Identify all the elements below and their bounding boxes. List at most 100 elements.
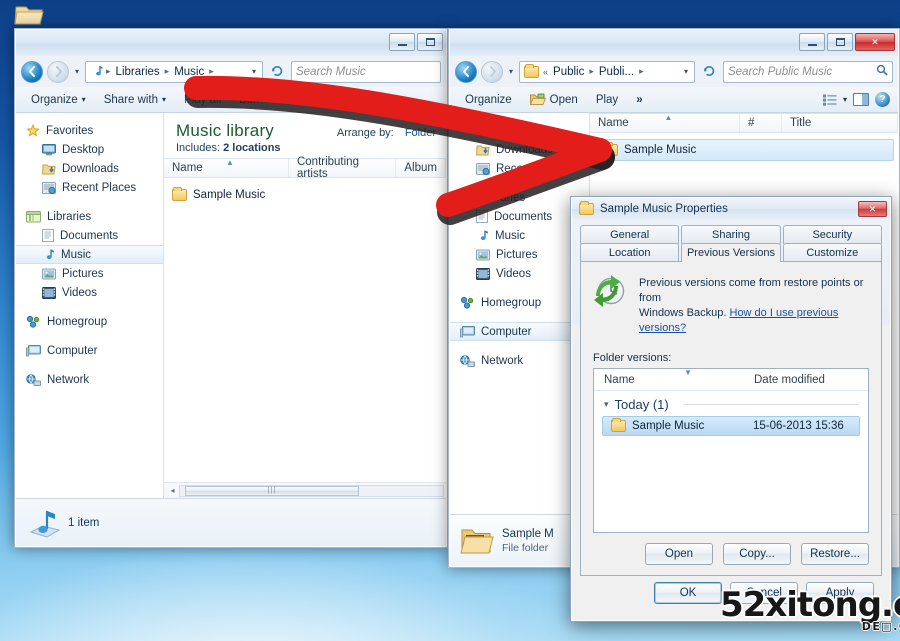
fv-column-date[interactable]: Date modified [744,369,868,390]
close-button-right[interactable]: ✕ [855,33,895,51]
folder-versions-list[interactable]: ▼ Name Date modified ▾ Today (1) Sample [593,368,869,533]
organize-menu-left[interactable]: Organize ▾ [22,91,95,109]
folder-versions-columns[interactable]: ▼ Name Date modified [594,369,868,391]
address-bar-row-right[interactable]: ▾ « Public ▸ Publi... ▸ ▾ Search Public … [450,56,898,87]
desktop-folder-icon[interactable] [14,2,44,28]
nav-item-recent-places-left[interactable]: Recent Places [16,178,163,197]
nav-item-downloads-right[interactable]: Downloads [450,140,589,159]
views-dropdown-icon[interactable]: ▾ [843,95,847,104]
views-icon[interactable] [822,94,837,106]
toolbar-right[interactable]: Organize Open Play » ▾ ? [450,87,898,113]
scrollbar-track[interactable]: ||| [179,484,444,497]
nav-item-pictures-left[interactable]: Pictures [16,264,163,283]
preview-pane-icon[interactable] [853,93,869,106]
column-headers-left[interactable]: ▲ Name Contributing artists Album [164,156,446,180]
breadcrumb-item-public[interactable]: Public [550,65,587,79]
breadcrumb-dropdown-left[interactable]: ▾ [252,67,260,76]
back-button-right[interactable] [455,60,477,83]
nav-item-music-right[interactable]: Music [450,226,589,245]
column-header-album[interactable]: Album [396,159,446,177]
fv-column-name[interactable]: ▼ Name [594,369,744,390]
tab-general[interactable]: General [580,225,680,244]
table-row[interactable]: Sample Music [164,184,446,206]
breadcrumb-item-music[interactable]: Music [171,65,207,79]
scrollbar-thumb[interactable]: ||| [185,485,359,496]
breadcrumb-dropdown-right[interactable]: ▾ [684,67,692,76]
play-button-right[interactable]: Play [587,91,627,109]
arrange-by-control[interactable]: Arrange by: Folder [337,127,436,139]
folder-versions-group-today[interactable]: ▾ Today (1) [594,391,868,414]
nav-item-documents-left[interactable]: Documents [16,226,163,245]
breadcrumb-item-public-music[interactable]: Publi... [596,65,637,79]
nav-item-homegroup-right[interactable]: Homegroup [450,293,589,312]
burn-button-left[interactable]: Burn [230,91,272,109]
dialog-tabs[interactable]: General Sharing Security Location Previo… [580,225,882,262]
breadcrumb-left[interactable]: ▸ Libraries ▸ Music ▸ ▾ [85,60,263,83]
maximize-button-right[interactable] [827,33,853,51]
tab-sharing[interactable]: Sharing [681,225,781,244]
file-list-area-left[interactable]: Music library Includes: 2 locations Arra… [164,113,446,498]
open-button-right[interactable]: Open [521,90,587,109]
copy-button[interactable]: Copy... [723,543,791,565]
version-action-buttons[interactable]: Open Copy... Restore... [593,543,869,565]
title-bar-right-window[interactable]: ✕ [450,30,898,56]
table-row[interactable]: Sample Music 15-06-2013 15:36 [602,416,860,436]
nav-item-pictures-right[interactable]: Pictures [450,245,589,264]
navigation-pane-left[interactable]: Favorites Desktop Downloads Recent Place… [16,113,164,498]
tab-location[interactable]: Location [580,243,680,262]
file-rows-left[interactable]: Sample Music [164,178,446,482]
navigation-pane-right[interactable]: Desktop Downloads Recent Places Librarie [450,113,590,514]
forward-button-right[interactable] [481,60,503,83]
forward-button-left[interactable] [47,60,69,83]
nav-item-videos-right[interactable]: Videos [450,264,589,283]
nav-item-desktop-left[interactable]: Desktop [16,140,163,159]
close-icon[interactable]: ✕ [858,201,887,217]
search-input-left[interactable]: Search Music [291,60,441,83]
back-button-left[interactable] [21,60,43,83]
library-includes-value[interactable]: 2 locations [223,142,280,154]
history-dropdown-left[interactable]: ▾ [73,67,81,76]
nav-item-computer-right[interactable]: Computer [450,322,589,341]
column-header-name[interactable]: ▲ Name [164,158,289,177]
column-header-artists[interactable]: Contributing artists [289,156,397,180]
play-all-button-left[interactable]: Play all [175,91,230,109]
column-header-name[interactable]: ▲ Name [590,113,740,132]
restore-button[interactable]: Restore... [801,543,869,565]
nav-item-homegroup-left[interactable]: Homegroup [16,312,163,331]
tab-customize[interactable]: Customize [782,243,882,262]
arrange-by-value[interactable]: Folder [405,127,436,139]
nav-item-network-right[interactable]: Network [450,351,589,370]
help-icon[interactable]: ? [875,92,890,107]
nav-item-videos-left[interactable]: Videos [16,283,163,302]
explorer-window-music-library[interactable]: ▾ ▸ Libraries ▸ Music ▸ ▾ Search Music O… [14,28,448,548]
nav-item-downloads-left[interactable]: Downloads [16,159,163,178]
window-controls-left[interactable] [389,33,443,51]
column-headers-right[interactable]: ▲ Name # Title [590,113,898,133]
horizontal-scrollbar-left[interactable]: ◂ ||| [164,482,446,498]
nav-group-libraries-left[interactable]: Libraries [16,207,163,226]
open-button[interactable]: Open [645,543,713,565]
nav-item-documents-right[interactable]: Documents [450,207,589,226]
nav-item-recent-places-right[interactable]: Recent Places [450,159,589,178]
nav-item-network-left[interactable]: Network [16,370,163,389]
dialog-tab-row-2[interactable]: Location Previous Versions Customize [580,243,882,262]
breadcrumb-overflow[interactable]: « [543,67,548,77]
column-header-title[interactable]: Title [782,114,898,132]
nav-item-desktop-right[interactable]: Desktop [450,121,589,140]
nav-group-libraries-right[interactable]: Libraries [450,188,589,207]
minimize-button-left[interactable] [389,33,415,51]
dialog-tab-row-1[interactable]: General Sharing Security [580,225,882,244]
nav-item-music-left[interactable]: Music [16,245,163,264]
breadcrumb-right[interactable]: « Public ▸ Publi... ▸ ▾ [519,60,695,83]
table-row[interactable]: Sample Music [594,139,894,161]
address-bar-row-left[interactable]: ▾ ▸ Libraries ▸ Music ▸ ▾ Search Music [16,56,446,87]
nav-item-computer-left[interactable]: Computer [16,341,163,360]
breadcrumb-item-libraries[interactable]: Libraries [113,65,163,79]
dialog-title-bar[interactable]: Sample Music Properties ✕ [572,198,890,220]
nav-group-favorites[interactable]: Favorites [16,121,163,140]
toolbar-left[interactable]: Organize ▾ Share with ▾ Play all Burn [16,87,446,113]
refresh-button-right[interactable] [699,62,719,82]
chevron-down-icon[interactable]: ▾ [604,399,609,410]
maximize-button-left[interactable] [417,33,443,51]
history-dropdown-right[interactable]: ▾ [507,67,515,76]
